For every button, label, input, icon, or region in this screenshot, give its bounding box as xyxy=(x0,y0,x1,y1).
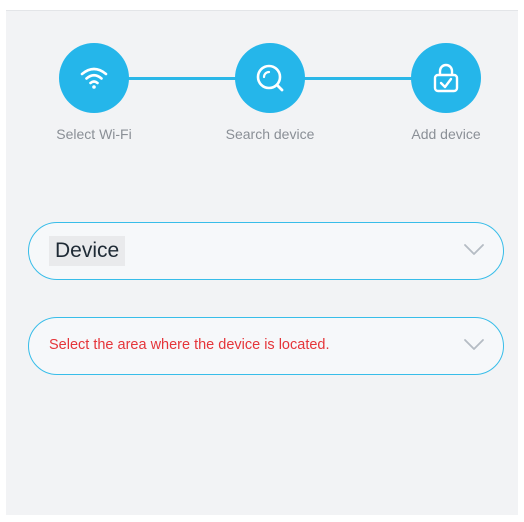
setup-stepper: Select Wi-Fi Search device Add device xyxy=(6,11,518,151)
step-search-device: Search device xyxy=(200,43,340,142)
area-select-placeholder: Select the area where the device is loca… xyxy=(49,337,330,353)
step-select-wifi: Select Wi-Fi xyxy=(24,43,164,142)
step-label: Search device xyxy=(225,126,315,142)
step-circle-search xyxy=(235,43,305,113)
chevron-down-icon xyxy=(464,339,484,350)
step-circle-add xyxy=(411,43,481,113)
search-icon xyxy=(256,64,284,92)
lock-check-icon xyxy=(433,63,459,93)
chevron-down-icon xyxy=(464,244,484,255)
device-select[interactable]: Device xyxy=(28,222,504,280)
step-label: Add device xyxy=(411,126,481,142)
area-select[interactable]: Select the area where the device is loca… xyxy=(28,317,504,375)
step-label: Select Wi-Fi xyxy=(56,126,132,142)
step-add-device: Add device xyxy=(376,43,516,142)
wifi-icon xyxy=(80,67,108,89)
device-select-value: Device xyxy=(49,236,126,266)
step-circle-wifi xyxy=(59,43,129,113)
add-device-screen: Select Wi-Fi Search device Add device De… xyxy=(6,10,518,515)
